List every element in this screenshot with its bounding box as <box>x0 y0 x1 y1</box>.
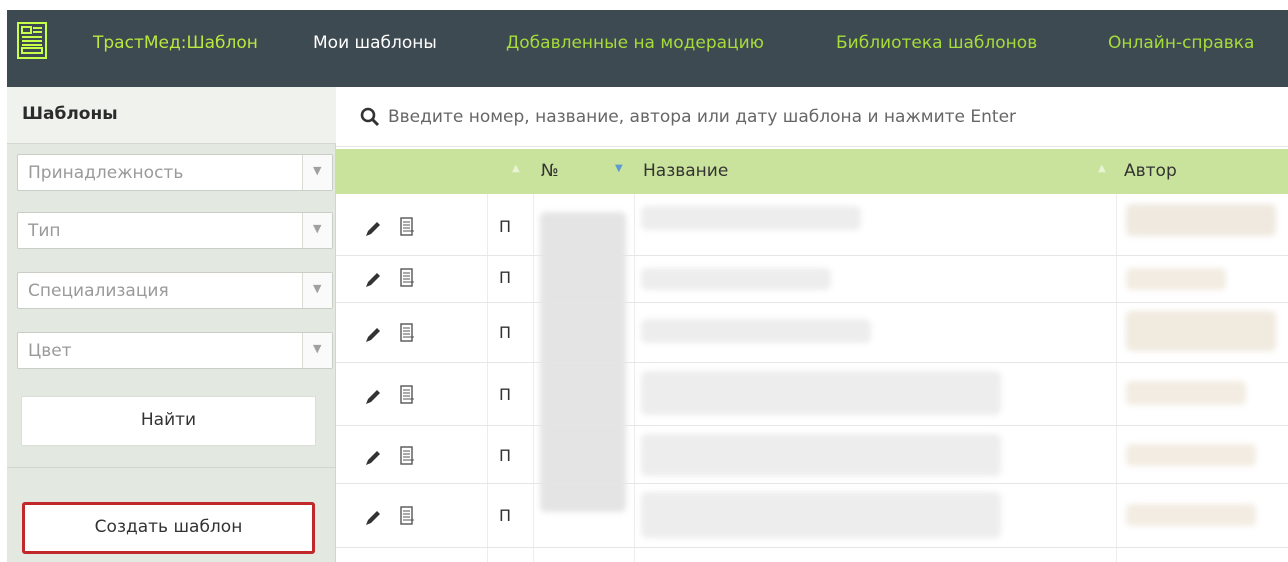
document-icon[interactable] <box>400 323 416 343</box>
table-row[interactable]: П <box>336 484 1288 548</box>
pencil-icon[interactable] <box>363 325 383 345</box>
pencil-icon[interactable] <box>363 270 383 290</box>
create-template-button[interactable]: Создать шаблон <box>22 502 315 554</box>
document-icon[interactable] <box>400 506 416 526</box>
chevron-down-icon[interactable]: ▼ <box>302 155 332 190</box>
navbar: ТрастМед:Шаблон Мои шаблоны Добавленные … <box>7 10 1288 87</box>
table-row[interactable]: П <box>336 194 1288 512</box>
document-icon[interactable] <box>400 446 416 466</box>
document-icon[interactable] <box>400 217 416 237</box>
chevron-down-icon[interactable]: ▼ <box>302 273 332 308</box>
name-redacted <box>641 434 1001 476</box>
find-button[interactable]: Найти <box>21 396 316 446</box>
filter-type-label: Тип <box>28 221 61 241</box>
name-redacted <box>641 319 871 343</box>
type-label: П <box>499 385 512 404</box>
filter-color-label: Цвет <box>28 341 72 361</box>
top-bar: ТрастМед:Шаблон Мои шаблоны Добавленные … <box>0 0 1288 87</box>
document-icon[interactable] <box>400 385 416 405</box>
sort-arrow-icon[interactable]: ▲ <box>512 163 520 174</box>
author-redacted <box>1126 444 1256 466</box>
name-redacted <box>641 206 861 230</box>
sidebar-header: Шаблоны <box>7 87 336 144</box>
table-row[interactable]: П <box>336 303 1288 363</box>
name-redacted <box>641 371 1001 415</box>
brand-link[interactable]: ТрастМед:Шаблон <box>93 33 258 53</box>
type-label: П <box>499 446 512 465</box>
author-redacted <box>1126 381 1246 405</box>
table-row[interactable]: П <box>336 363 1288 426</box>
author-redacted <box>1126 311 1276 351</box>
search-bar[interactable]: Введите номер, название, автора или дату… <box>336 87 1288 147</box>
column-author[interactable]: Автор <box>1124 161 1177 181</box>
table-row[interactable]: П <box>336 426 1288 484</box>
name-redacted <box>641 268 831 290</box>
chevron-down-icon[interactable]: ▼ <box>302 333 332 368</box>
column-number[interactable]: № <box>541 161 559 181</box>
type-label: П <box>499 506 512 525</box>
nav-online-help[interactable]: Онлайн-справка <box>1108 33 1254 53</box>
table-header: ▲ № ▼ Название ▲ Автор <box>336 149 1288 194</box>
nav-moderation[interactable]: Добавленные на модерацию <box>506 33 764 53</box>
filter-affiliation-label: Принадлежность <box>28 163 184 183</box>
pencil-icon[interactable] <box>363 219 383 239</box>
filter-affiliation-select[interactable]: Принадлежность ▼ <box>17 154 333 191</box>
sort-arrow-icon[interactable]: ▲ <box>1098 163 1106 174</box>
type-label: П <box>499 323 512 342</box>
sidebar-divider <box>7 467 336 468</box>
pencil-icon[interactable] <box>363 508 383 528</box>
search-icon <box>360 107 380 127</box>
author-redacted <box>1126 268 1226 290</box>
table-body: П П П П П П <box>336 194 1288 562</box>
filter-specialization-select[interactable]: Специализация ▼ <box>17 272 333 309</box>
chevron-down-icon[interactable]: ▼ <box>302 213 332 248</box>
column-name[interactable]: Название <box>643 161 728 181</box>
pencil-icon[interactable] <box>363 448 383 468</box>
nav-template-library[interactable]: Библиотека шаблонов <box>836 33 1037 53</box>
author-redacted <box>1126 204 1276 236</box>
type-label: П <box>499 217 512 236</box>
document-icon[interactable] <box>400 268 416 288</box>
author-redacted <box>1126 504 1256 526</box>
filter-color-select[interactable]: Цвет ▼ <box>17 332 333 369</box>
sidebar-title: Шаблоны <box>22 104 118 124</box>
type-label: П <box>499 268 512 287</box>
filter-specialization-label: Специализация <box>28 281 169 301</box>
table-row[interactable]: П <box>336 256 1288 303</box>
pencil-icon[interactable] <box>363 387 383 407</box>
search-input[interactable]: Введите номер, название, автора или дату… <box>388 107 1016 127</box>
nav-my-templates[interactable]: Мои шаблоны <box>313 33 437 53</box>
template-logo-icon[interactable] <box>17 22 47 59</box>
name-redacted <box>641 492 1001 538</box>
filter-type-select[interactable]: Тип ▼ <box>17 212 333 249</box>
sidebar: Шаблоны Принадлежность ▼ Тип ▼ Специализ… <box>7 87 336 562</box>
sort-arrow-icon[interactable]: ▼ <box>615 163 623 174</box>
